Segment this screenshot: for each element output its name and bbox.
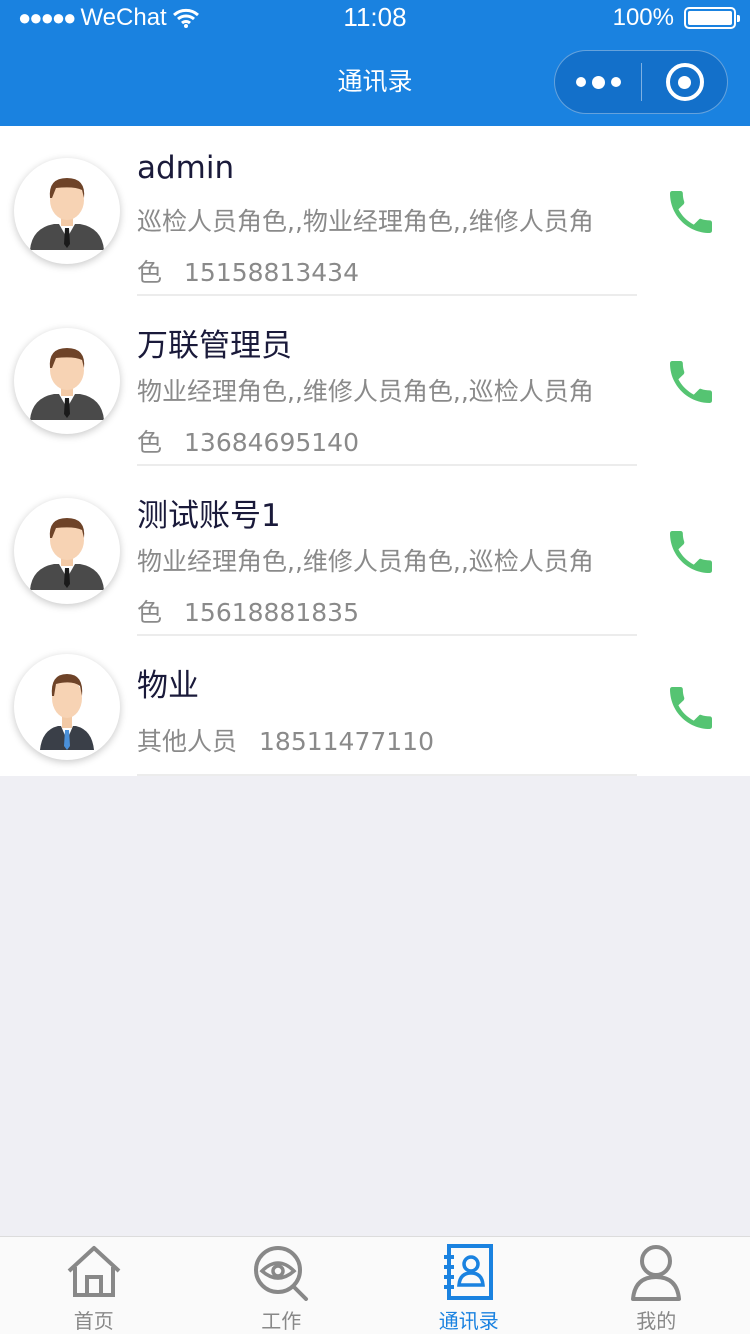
phone-call-icon[interactable] xyxy=(662,184,720,240)
contact-name: 测试账号1 xyxy=(137,498,281,534)
avatar xyxy=(14,498,120,604)
status-bar: ●●●●● WeChat 11:08 100% xyxy=(0,0,750,36)
close-miniprogram-button[interactable] xyxy=(642,51,727,113)
tab-profile[interactable]: 我的 xyxy=(563,1237,750,1334)
home-icon xyxy=(67,1246,121,1297)
contact-details: 其他人员 18511477110 xyxy=(137,716,617,767)
contact-name: admin xyxy=(137,150,235,186)
contact-phone: 13684695140 xyxy=(184,428,359,457)
tab-work[interactable]: 工作 xyxy=(188,1237,376,1334)
miniprogram-capsule xyxy=(554,50,728,114)
navigation-header: ●●●●● WeChat 11:08 100% 通讯录 xyxy=(0,0,750,126)
tab-home[interactable]: 首页 xyxy=(0,1237,188,1334)
eye-search-icon xyxy=(254,1246,309,1301)
user-icon xyxy=(631,1245,682,1301)
contact-details: 巡检人员角色,,物业经理角色,,维修人员角色 15158813434 xyxy=(137,196,617,298)
contact-phone: 15618881835 xyxy=(184,598,359,627)
contact-list: admin 巡检人员角色,,物业经理角色,,维修人员角色 15158813434 … xyxy=(0,126,750,776)
contact-details: 物业经理角色,,维修人员角色,,巡检人员角色 15618881835 xyxy=(137,536,617,638)
tab-label: 工作 xyxy=(261,1309,302,1333)
avatar xyxy=(14,328,120,434)
contact-row[interactable]: admin 巡检人员角色,,物业经理角色,,维修人员角色 15158813434 xyxy=(0,126,750,296)
contact-name: 物业 xyxy=(137,668,199,704)
battery-percent: 100% xyxy=(612,4,674,31)
contact-row[interactable]: 测试账号1 物业经理角色,,维修人员角色,,巡检人员角色 15618881835 xyxy=(0,466,750,636)
bottom-tab-bar: 首页 工作 通讯录 我的 xyxy=(0,1236,750,1334)
tab-contacts[interactable]: 通讯录 xyxy=(375,1237,563,1334)
battery-icon xyxy=(684,7,740,29)
contact-row[interactable]: 万联管理员 物业经理角色,,维修人员角色,,巡检人员角色 13684695140 xyxy=(0,296,750,466)
contact-name: 万联管理员 xyxy=(137,328,292,364)
more-dots-icon xyxy=(591,75,605,89)
phone-call-icon[interactable] xyxy=(662,680,720,736)
phone-call-icon[interactable] xyxy=(662,354,720,410)
row-divider xyxy=(137,774,637,776)
contacts-book-icon xyxy=(443,1244,493,1300)
more-dots-icon xyxy=(575,77,586,87)
tab-label: 首页 xyxy=(73,1309,114,1333)
contact-details: 物业经理角色,,维修人员角色,,巡检人员角色 13684695140 xyxy=(137,366,617,468)
phone-call-icon[interactable] xyxy=(662,524,720,580)
contact-row[interactable]: 物业 其他人员 18511477110 xyxy=(0,636,750,776)
more-menu-button[interactable] xyxy=(555,51,641,113)
avatar xyxy=(14,158,120,264)
tab-label: 我的 xyxy=(636,1309,677,1333)
target-circle-icon xyxy=(665,63,704,101)
more-dots-icon xyxy=(610,77,621,87)
tab-label: 通讯录 xyxy=(438,1309,499,1333)
avatar xyxy=(14,654,120,760)
contact-roles: 其他人员 xyxy=(137,727,238,756)
contact-phone: 18511477110 xyxy=(259,727,434,756)
contact-phone: 15158813434 xyxy=(184,258,359,287)
